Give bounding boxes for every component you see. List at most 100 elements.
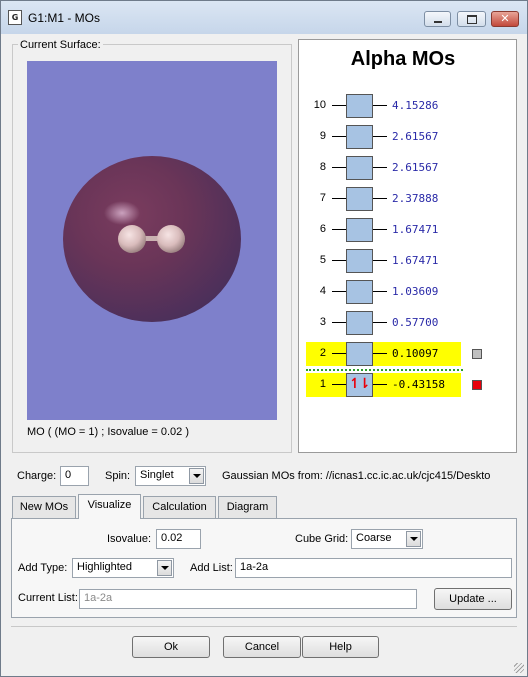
mo-level-line <box>332 260 346 261</box>
cube-grid-select[interactable]: Coarse <box>351 529 423 549</box>
window-title: G1:M1 - MOs <box>28 11 101 25</box>
mo-row-10[interactable]: 10 4.15286 <box>306 94 461 118</box>
mo-row-5[interactable]: 5 1.67471 <box>306 249 461 273</box>
mo-number: 9 <box>319 130 326 142</box>
mo-energy: 2.37888 <box>392 192 439 205</box>
cube-grid-value: Coarse <box>356 532 392 544</box>
mo-level-line <box>332 322 346 323</box>
maximize-icon <box>466 14 477 24</box>
chevron-down-icon <box>157 560 172 576</box>
mo-level-line <box>332 353 346 354</box>
mo-level-line <box>332 105 346 106</box>
help-button[interactable]: Help <box>302 636 379 658</box>
mo-number: 1 <box>319 378 326 390</box>
mo-energy: 0.10097 <box>392 347 439 360</box>
title-bar[interactable]: G G1:M1 - MOs ✕ <box>1 1 527 34</box>
mo-energy: 2.61567 <box>392 161 439 174</box>
chevron-down-icon <box>189 468 204 484</box>
isosurface-highlight <box>104 201 140 225</box>
mo-energy: 0.57700 <box>392 316 439 329</box>
current-surface-label: Current Surface: <box>18 39 103 51</box>
spin-value: Singlet <box>140 469 174 481</box>
mo-number: 2 <box>319 347 326 359</box>
mo-color-swatch[interactable] <box>472 349 482 359</box>
mo-level-line <box>332 136 346 137</box>
mo-energy: 1.67471 <box>392 223 439 236</box>
tab-new-mos[interactable]: New MOs <box>12 496 76 518</box>
mo-row-9[interactable]: 9 2.61567 <box>306 125 461 149</box>
mo-energy: -0.43158 <box>392 378 445 391</box>
mo-caption: MO ( (MO = 1) ; Isovalue = 0.02 ) <box>27 426 189 438</box>
molecule-render <box>63 156 241 322</box>
mo-row-6[interactable]: 6 1.67471 <box>306 218 461 242</box>
mo-number: 6 <box>319 223 326 235</box>
cube-grid-label: Cube Grid: <box>295 533 349 545</box>
document-app-icon: G <box>8 10 22 25</box>
close-icon: ✕ <box>500 12 510 25</box>
mo-energy: 2.61567 <box>392 130 439 143</box>
update-button[interactable]: Update ... <box>434 588 512 610</box>
mo-row-7[interactable]: 7 2.37888 <box>306 187 461 211</box>
mo-row-1[interactable]: 1 ↿⇂ -0.43158 <box>306 373 461 397</box>
mo-level-line <box>332 167 346 168</box>
tab-diagram[interactable]: Diagram <box>218 496 277 518</box>
mo-row-4[interactable]: 4 1.03609 <box>306 280 461 304</box>
mo-energy: 1.03609 <box>392 285 439 298</box>
mo-3d-viewport[interactable] <box>27 61 277 420</box>
mo-level-box[interactable] <box>346 342 373 366</box>
spin-select[interactable]: Singlet <box>135 466 206 486</box>
mo-level-box[interactable] <box>346 280 373 304</box>
mo-row-2[interactable]: 2 0.10097 <box>306 342 461 366</box>
current-list-label: Current List: <box>18 592 78 604</box>
mo-level-line <box>332 291 346 292</box>
mo-color-swatch[interactable] <box>472 380 482 390</box>
homo-lumo-divider <box>306 369 463 371</box>
tab-visualize[interactable]: Visualize <box>78 494 141 519</box>
mo-row-8[interactable]: 8 2.61567 <box>306 156 461 180</box>
mo-level-line <box>373 353 387 354</box>
mo-level-line <box>373 384 387 385</box>
mo-level-line <box>373 260 387 261</box>
footer-separator <box>11 626 517 627</box>
mos-window: G G1:M1 - MOs ✕ Current Surface: MO ((M… <box>0 0 528 677</box>
add-type-label: Add Type: <box>18 562 68 574</box>
mo-level-line <box>373 167 387 168</box>
mo-level-box[interactable]: ↿⇂ <box>346 373 373 397</box>
isovalue-label: Isovalue: <box>107 533 152 545</box>
mo-level-box[interactable] <box>346 156 373 180</box>
mo-level-box[interactable] <box>346 187 373 211</box>
current-list-field: 1a-2a <box>79 589 417 609</box>
mo-row-3[interactable]: 3 0.57700 <box>306 311 461 335</box>
charge-label: Charge: <box>17 470 57 482</box>
cancel-button[interactable]: Cancel <box>223 636 301 658</box>
mo-level-line <box>373 136 387 137</box>
mo-diagram-title: Alpha MOs <box>350 48 456 70</box>
add-list-field[interactable]: 1a-2a <box>235 558 512 578</box>
mo-level-line <box>332 384 346 385</box>
spin-label: Spin: <box>105 470 131 482</box>
isovalue-field[interactable]: 0.02 <box>156 529 201 549</box>
tab-calculation[interactable]: Calculation <box>143 496 216 518</box>
mo-level-box[interactable] <box>346 94 373 118</box>
maximize-button[interactable] <box>457 11 486 27</box>
mo-level-box[interactable] <box>346 311 373 335</box>
add-type-select[interactable]: Highlighted <box>72 558 174 578</box>
mo-energy: 4.15286 <box>392 99 439 112</box>
mo-level-box[interactable] <box>346 125 373 149</box>
mo-level-box[interactable] <box>346 218 373 242</box>
close-button[interactable]: ✕ <box>491 11 519 27</box>
mo-number: 3 <box>319 316 326 328</box>
mo-level-box[interactable] <box>346 249 373 273</box>
mo-source-path: Gaussian MOs from: //icnas1.cc.ic.ac.uk/… <box>222 470 491 482</box>
mo-energy: 1.67471 <box>392 254 439 267</box>
charge-field[interactable]: 0 <box>60 466 89 486</box>
mo-level-line <box>332 198 346 199</box>
mo-level-line <box>373 105 387 106</box>
resize-grip-icon[interactable] <box>514 663 524 673</box>
mo-level-line <box>373 291 387 292</box>
add-list-label: Add List: <box>190 562 233 574</box>
mo-number: 5 <box>319 254 326 266</box>
ok-button[interactable]: Ok <box>132 636 210 658</box>
minimize-button[interactable] <box>424 11 451 27</box>
minimize-icon <box>433 20 442 23</box>
